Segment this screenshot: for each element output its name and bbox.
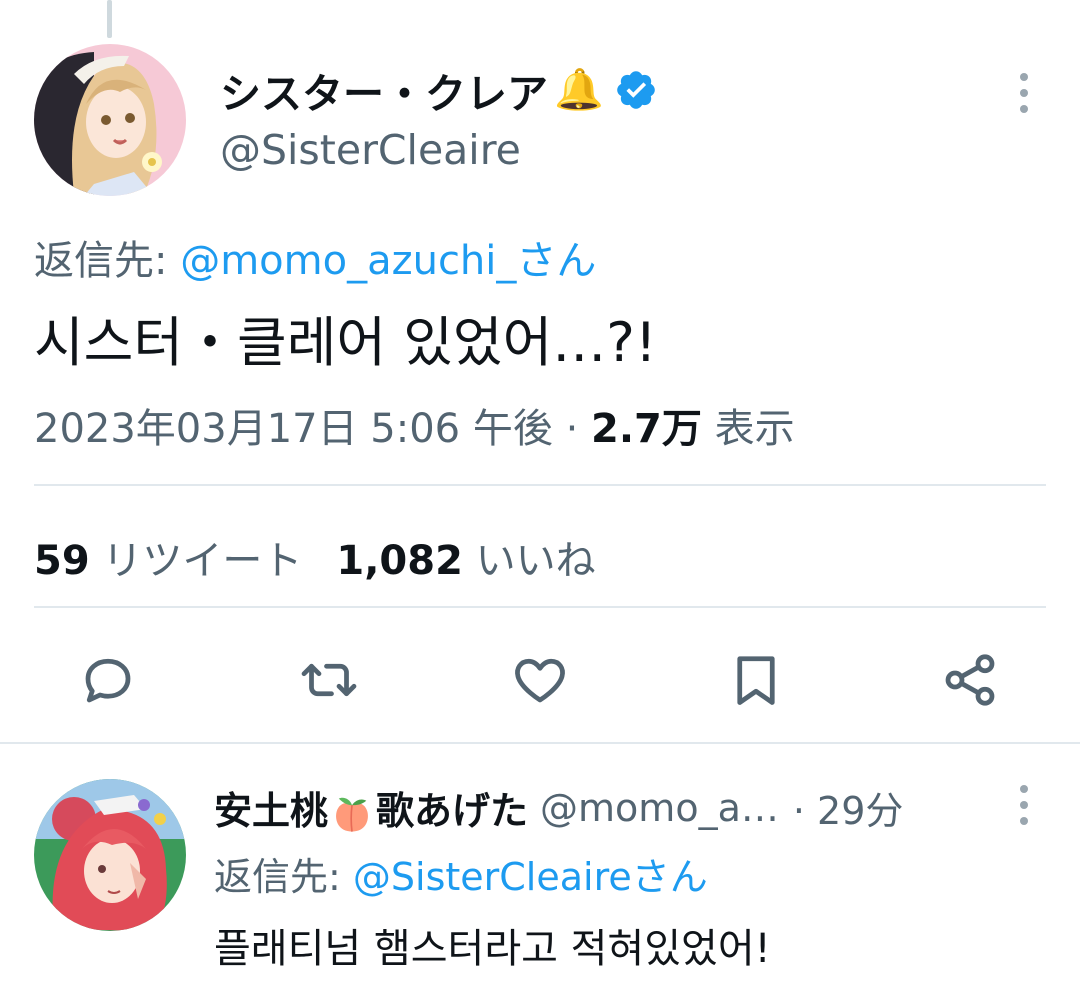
reply-reply-to-prefix: 返信先: <box>214 855 353 899</box>
reply-to-prefix: 返信先: <box>34 238 181 284</box>
peach-emoji-icon <box>336 797 368 832</box>
likes-label: いいね <box>462 538 596 584</box>
views-count: 2.7万 <box>591 406 702 452</box>
author-avatar[interactable] <box>34 44 186 196</box>
reply-author-handle[interactable]: @momo_a… <box>540 786 779 830</box>
like-icon <box>515 658 565 703</box>
reply-author-display-name[interactable]: 安土桃 歌あげた <box>214 780 528 836</box>
engagement-stats: 59 リツイート 1,082 いいね <box>34 528 596 586</box>
reply-author-name-suffix: 歌あげた <box>376 789 529 833</box>
reply-to-line: 返信先: @momo_azuchi_さん <box>34 228 596 286</box>
tweet-timestamp[interactable]: 2023年03月17日 5:06 午後 <box>34 406 553 452</box>
reply-button[interactable] <box>76 648 140 712</box>
reply-header: 安土桃 歌あげた @momo_a… · 29分 <box>214 780 903 836</box>
likes-count: 1,082 <box>336 538 463 584</box>
reply-author-avatar[interactable] <box>34 779 186 931</box>
views-label: 表示 <box>701 406 795 452</box>
reply-text: 플래티넘 햄스터라고 적혀있었어! <box>214 926 771 972</box>
like-button[interactable] <box>508 648 572 712</box>
share-button[interactable] <box>938 648 1002 712</box>
reply-reply-to-line: 返信先: @SisterCleaireさん <box>214 846 708 901</box>
tweet-metadata: 2023年03月17日 5:06 午後 · 2.7万 表示 <box>34 396 795 454</box>
more-options-icon[interactable] <box>1019 73 1029 113</box>
retweets-count: 59 <box>34 538 90 584</box>
divider <box>34 606 1046 608</box>
reply-icon <box>85 658 131 703</box>
retweet-button[interactable] <box>297 648 361 712</box>
tweet-text: 시스터・클레어 있었어…?! <box>34 311 657 374</box>
retweets-label: リツイート <box>89 538 303 584</box>
bell-emoji: 🔔 <box>554 67 604 113</box>
reply-more-options-icon[interactable] <box>1019 785 1029 825</box>
meta-separator: · <box>552 406 592 452</box>
author-display-name[interactable]: シスター・クレア <box>220 60 548 120</box>
verified-badge-icon <box>617 71 655 109</box>
author-handle[interactable]: @SisterCleaire <box>220 126 521 174</box>
likes-stat[interactable]: 1,082 いいね <box>336 538 595 584</box>
share-icon <box>945 654 995 706</box>
reply-to-mention-link[interactable]: @momo_azuchi_さん <box>180 238 596 284</box>
retweet-icon <box>301 663 357 697</box>
reply-author-name-prefix: 安土桃 <box>214 789 329 833</box>
divider <box>34 484 1046 486</box>
retweets-stat[interactable]: 59 リツイート <box>34 538 302 584</box>
author-display-name-row[interactable]: シスター・クレア 🔔 <box>220 60 658 120</box>
bookmark-button[interactable] <box>724 648 788 712</box>
thread-connector-line <box>107 0 112 38</box>
reply-reply-to-mention-link[interactable]: @SisterCleaireさん <box>353 855 708 899</box>
bookmark-icon <box>737 656 775 705</box>
reply-timestamp[interactable]: · 29分 <box>793 780 904 835</box>
section-divider <box>0 742 1080 744</box>
